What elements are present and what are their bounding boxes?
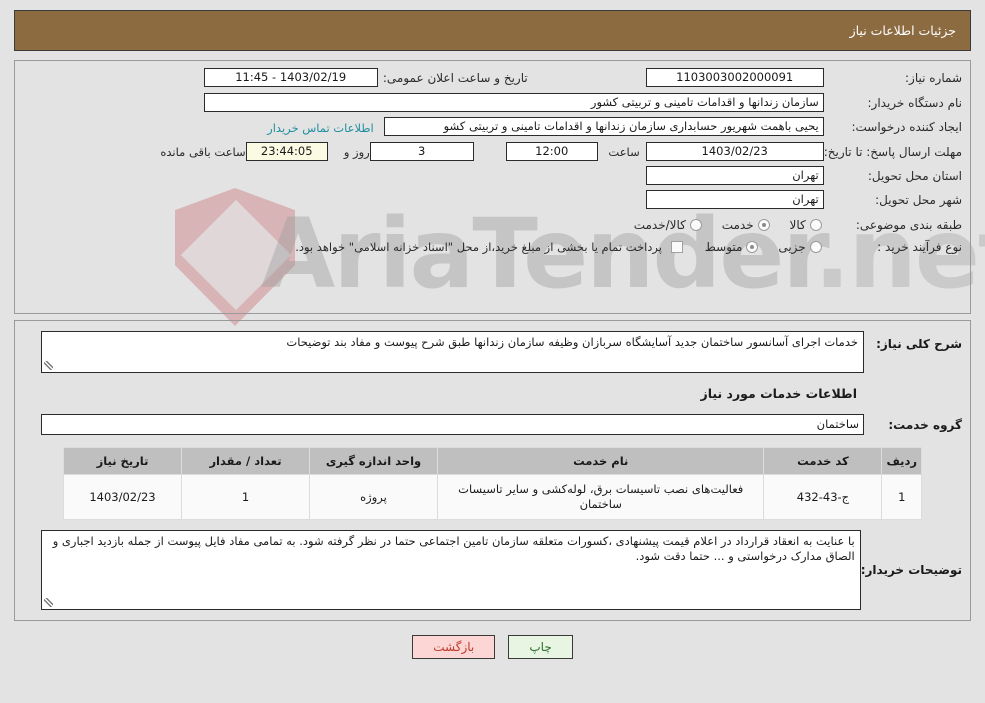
service-group-value: ساختمان <box>41 414 864 435</box>
category-option-kala: کالا <box>789 218 806 232</box>
announce-datetime-label: تاریخ و ساعت اعلان عمومی: <box>382 70 528 85</box>
countdown-label: ساعت باقی مانده <box>160 144 246 159</box>
service-group-label: گروه خدمت: <box>888 417 962 432</box>
process-option-jozii: جزیی <box>778 240 806 254</box>
need-number-label: شماره نیاز: <box>905 70 962 85</box>
buyer-notes-textarea[interactable]: با عنایت به انعقاد قرارداد در اعلام قیمت… <box>41 530 861 610</box>
services-panel: شرح کلی نیاز: خدمات اجرای آسانسور ساختما… <box>14 320 971 621</box>
form-row-category: طبقه بندی موضوعی: کالا خدمت کالا/خدمت <box>23 218 962 232</box>
page-root: AriaTender.net جزئیات اطلاعات نیاز شماره… <box>0 10 985 703</box>
process-type-radio-group: جزیی متوسط پرداخت تمام یا بخشی از مبلغ خ… <box>23 240 824 254</box>
col-unit: واحد اندازه گیری <box>309 447 438 475</box>
process-radio-jozii[interactable] <box>809 241 822 253</box>
col-qty: تعداد / مقدار <box>181 447 310 475</box>
deadline-time-label: ساعت <box>608 144 640 159</box>
form-row-province: استان محل تحویل: تهران <box>23 166 962 185</box>
table-header-row: ردیف کد خدمت نام خدمت واحد اندازه گیری ت… <box>63 447 922 475</box>
cell-radif: 1 <box>881 474 922 520</box>
deadline-days-label: روز و <box>343 144 370 159</box>
category-option-kala-khedmat: کالا/خدمت <box>633 218 686 232</box>
action-buttons: بازگشت چاپ <box>0 635 985 659</box>
form-row-deadline: مهلت ارسال پاسخ: تا تاریخ: 1403/02/23 سا… <box>23 142 962 161</box>
buyer-notes-row: توضیحات خریدار: با عنایت به انعقاد قرارد… <box>23 530 962 610</box>
need-description-textarea[interactable]: خدمات اجرای آسانسور ساختمان جدید آسایشگا… <box>41 331 864 373</box>
service-group-table: گروه خدمت: ساختمان <box>23 414 962 435</box>
city-label: شهر محل تحویل: <box>875 192 962 207</box>
category-radio-kala[interactable] <box>809 219 822 231</box>
category-option-khedmat: خدمت <box>721 218 754 232</box>
requester-label: ایجاد کننده درخواست: <box>851 119 962 134</box>
form-row-requester: ایجاد کننده درخواست: یحیی باهمت شهریور ح… <box>23 117 962 136</box>
buyer-notes-wrap: توضیحات خریدار: با عنایت به انعقاد قرارد… <box>23 530 962 610</box>
need-description-label: شرح کلی نیاز: <box>876 337 962 351</box>
category-radio-khedmat[interactable] <box>757 219 770 231</box>
col-code: کد خدمت <box>763 447 883 475</box>
services-section-title: اطلاعات خدمات مورد نیاز <box>700 386 858 401</box>
table-row: 1 ج-43-432 فعالیت‌های نصب تاسیسات برق، ل… <box>63 474 922 520</box>
back-button[interactable]: بازگشت <box>412 635 496 659</box>
need-number-value: 1103003002000091 <box>645 68 824 87</box>
need-info-table: شماره نیاز: 1103003002000091 تاریخ و ساع… <box>23 68 962 254</box>
deadline-days-value: 3 <box>369 142 474 161</box>
province-value: تهران <box>645 166 824 185</box>
buyer-notes-table: توضیحات خریدار: با عنایت به انعقاد قرارد… <box>23 530 962 610</box>
deadline-time-value: 12:00 <box>505 142 598 161</box>
buyer-org-label: نام دستگاه خریدار: <box>867 95 963 110</box>
deadline-extra-table: ساعت 12:00 3 روز و 23:44:05 ساعت باقی ما… <box>23 142 640 161</box>
cell-qty: 1 <box>181 474 310 520</box>
col-name: نام خدمت <box>436 447 765 475</box>
need-info-panel: شماره نیاز: 1103003002000091 تاریخ و ساع… <box>14 60 971 314</box>
need-description-table: شرح کلی نیاز: خدمات اجرای آسانسور ساختما… <box>23 331 962 373</box>
page-header: جزئیات اطلاعات نیاز <box>14 10 971 51</box>
services-table: ردیف کد خدمت نام خدمت واحد اندازه گیری ت… <box>63 447 922 520</box>
print-button[interactable]: چاپ <box>508 635 573 659</box>
services-table-wrap: ردیف کد خدمت نام خدمت واحد اندازه گیری ت… <box>63 447 922 520</box>
city-value: تهران <box>645 190 824 209</box>
category-label: طبقه بندی موضوعی: <box>855 218 962 232</box>
cell-name: فعالیت‌های نصب تاسیسات برق، لوله‌کشی و س… <box>436 474 765 520</box>
col-radif: ردیف <box>881 447 922 475</box>
buyer-contact-link[interactable]: اطلاعات تماس خریدار <box>267 121 374 135</box>
buyer-org-value: سازمان زندانها و اقدامات تامینی و تربیتی… <box>203 93 824 112</box>
treasury-bond-note: پرداخت تمام یا بخشی از مبلغ خرید،از محل … <box>295 240 662 254</box>
deadline-label: مهلت ارسال پاسخ: تا تاریخ: <box>823 144 962 159</box>
announce-datetime-value: 1403/02/19 - 11:45 <box>203 68 378 87</box>
process-radio-motevaset[interactable] <box>746 241 759 253</box>
treasury-bond-checkbox[interactable] <box>670 241 683 253</box>
form-row-need-number: شماره نیاز: 1103003002000091 تاریخ و ساع… <box>23 68 962 87</box>
process-type-label: نوع فرآیند خرید : <box>877 240 962 254</box>
cell-unit: پروژه <box>309 474 438 520</box>
form-row-process-type: نوع فرآیند خرید : جزیی متوسط پرداخت تمام… <box>23 240 962 254</box>
form-row-buyer-org: نام دستگاه خریدار: سازمان زندانها و اقدا… <box>23 93 962 112</box>
cell-need-date: 1403/02/23 <box>63 474 182 520</box>
page-title: جزئیات اطلاعات نیاز <box>849 23 956 38</box>
category-radio-group: کالا خدمت کالا/خدمت <box>23 218 824 232</box>
deadline-date-value: 1403/02/23 <box>645 142 824 161</box>
countdown-timer: 23:44:05 <box>245 142 328 161</box>
form-row-city: شهر محل تحویل: تهران <box>23 190 962 209</box>
need-description-row: شرح کلی نیاز: خدمات اجرای آسانسور ساختما… <box>23 331 962 373</box>
process-option-motevaset: متوسط <box>704 240 743 254</box>
service-group-row: گروه خدمت: ساختمان <box>23 414 962 435</box>
province-label: استان محل تحویل: <box>867 168 962 183</box>
category-radio-kala-khedmat[interactable] <box>689 219 702 231</box>
cell-code: ج-43-432 <box>763 474 883 520</box>
col-need-date: تاریخ نیاز <box>63 447 182 475</box>
requester-value: یحیی باهمت شهریور حسابداری سازمان زندانه… <box>383 117 824 136</box>
buyer-notes-label: توضیحات خریدار: <box>860 563 962 577</box>
